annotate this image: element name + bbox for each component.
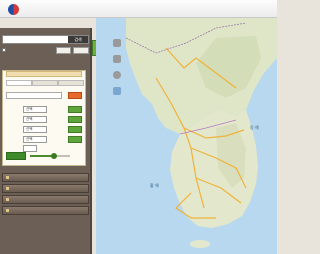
search-bar: 검색 bbox=[2, 35, 89, 44]
top-header bbox=[0, 0, 277, 18]
advanced-search-box: 선택 선택 선택 선택 bbox=[2, 70, 86, 166]
filter-select[interactable]: 선택 bbox=[23, 136, 47, 143]
filter-row: 선택 bbox=[6, 116, 84, 124]
filter-row: 선택 bbox=[6, 136, 84, 144]
advanced-search-tabs bbox=[6, 80, 84, 86]
map-label-yellow-sea: 황 해 bbox=[150, 183, 159, 188]
menu-item-2[interactable] bbox=[2, 184, 89, 193]
location-pin-icon bbox=[113, 71, 121, 79]
map-toolbox bbox=[109, 39, 125, 105]
search-input[interactable] bbox=[3, 36, 67, 43]
filter-select[interactable]: 선택 bbox=[23, 116, 47, 123]
filter-button[interactable] bbox=[68, 116, 82, 123]
land-jeju bbox=[190, 240, 210, 248]
apply-button[interactable] bbox=[6, 152, 26, 160]
tab-2[interactable] bbox=[32, 80, 58, 86]
map-tool-4[interactable] bbox=[111, 87, 123, 95]
advanced-actions bbox=[6, 151, 84, 161]
document-icon bbox=[113, 55, 121, 63]
tab-3[interactable] bbox=[58, 80, 84, 86]
level-slider-handle[interactable] bbox=[51, 153, 57, 159]
filter-button[interactable] bbox=[68, 126, 82, 133]
map-tool-1[interactable] bbox=[111, 39, 123, 47]
menu-item-3[interactable] bbox=[2, 195, 89, 204]
filter-row: 선택 bbox=[6, 126, 84, 134]
option-button-2[interactable] bbox=[73, 47, 89, 54]
layers-icon bbox=[113, 39, 121, 47]
left-panel: 검색 선택 선택 선택 선택 bbox=[0, 28, 92, 254]
filter-button[interactable] bbox=[68, 106, 82, 113]
filter-select[interactable]: 선택 bbox=[23, 126, 47, 133]
menu-item-1[interactable] bbox=[2, 173, 89, 182]
level-slider[interactable] bbox=[30, 153, 70, 159]
logo-icon bbox=[8, 4, 19, 15]
option-checkbox[interactable] bbox=[2, 48, 6, 52]
keyword-row bbox=[6, 92, 84, 100]
cloud-icon bbox=[113, 87, 121, 95]
tab-1[interactable] bbox=[6, 80, 32, 86]
keyword-input[interactable] bbox=[6, 92, 62, 99]
map-tool-2[interactable] bbox=[111, 55, 123, 63]
filter-button[interactable] bbox=[68, 136, 82, 143]
map-label-east-sea: 동 해 bbox=[250, 125, 259, 130]
map-tool-3[interactable] bbox=[111, 71, 123, 79]
search-button[interactable]: 검색 bbox=[68, 36, 88, 43]
filter-select[interactable]: 선택 bbox=[23, 106, 47, 113]
menu-item-4[interactable] bbox=[2, 206, 89, 215]
advanced-search-title bbox=[6, 71, 82, 77]
keyword-search-button[interactable] bbox=[68, 92, 82, 99]
option-button-1[interactable] bbox=[56, 47, 71, 54]
filter-row: 선택 bbox=[6, 106, 84, 114]
search-options-row bbox=[2, 47, 89, 54]
